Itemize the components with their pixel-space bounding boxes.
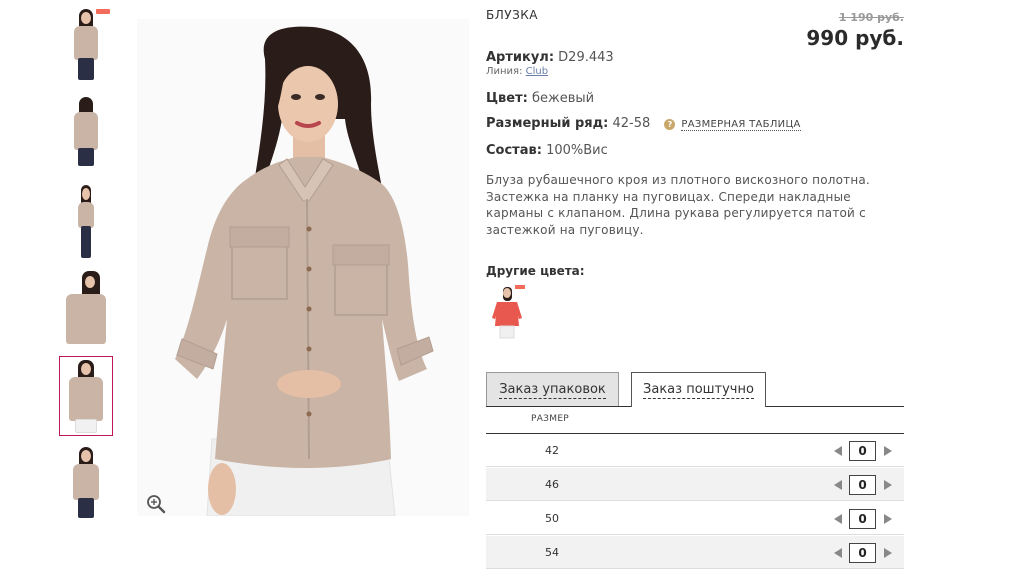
decrement-button[interactable]	[834, 446, 842, 456]
size-value: 50	[545, 512, 559, 525]
other-colors-title: Другие цвета:	[486, 264, 585, 278]
size-range-label: Размерный ряд:	[486, 116, 609, 131]
quantity-input[interactable]	[849, 475, 876, 495]
size-chart-link[interactable]: ? РАЗМЕРНАЯ ТАБЛИЦА	[664, 118, 801, 131]
question-icon: ?	[664, 119, 676, 130]
current-price: 990 руб.	[806, 26, 904, 50]
color-value: бежевый	[531, 91, 595, 106]
article-value: D29.443	[558, 50, 614, 65]
composition-value: 100%Вис	[546, 143, 608, 158]
color-label: Цвет:	[486, 91, 528, 106]
thumbnail-figure	[68, 444, 104, 524]
article-row: Артикул: D29.443	[486, 50, 614, 65]
tab-single-label: Заказ поштучно	[643, 382, 754, 399]
size-range-value: 42-58	[612, 116, 651, 131]
other-color-thumbnail[interactable]	[488, 284, 526, 340]
thumbnail-5[interactable]	[59, 356, 113, 436]
composition-label: Состав:	[486, 143, 542, 158]
tab-single-order[interactable]: Заказ поштучно	[631, 372, 766, 407]
color-row: Цвет: бежевый	[486, 91, 594, 106]
thumbnail-2[interactable]	[59, 94, 113, 174]
quantity-input[interactable]	[849, 509, 876, 529]
product-title: БЛУЗКА	[486, 8, 538, 22]
old-price: 1 190 руб.	[838, 11, 904, 24]
zoom-icon[interactable]	[145, 493, 167, 515]
main-product-image[interactable]	[137, 19, 469, 516]
thumbnail-3[interactable]	[59, 182, 113, 262]
size-column-header: РАЗМЕР	[531, 414, 570, 424]
size-value: 42	[545, 444, 559, 457]
increment-button[interactable]	[884, 514, 892, 524]
thumbnail-figure	[64, 268, 108, 348]
sale-badge	[515, 285, 525, 289]
thumbnail-6[interactable]	[59, 444, 113, 524]
model-illustration	[137, 19, 469, 516]
product-description: Блуза рубашечного кроя из плотного виско…	[486, 173, 870, 237]
line-row: Линия: Club	[486, 66, 548, 77]
increment-button[interactable]	[884, 446, 892, 456]
thumbnail-figure	[71, 182, 101, 262]
size-chart-label: РАЗМЕРНАЯ ТАБЛИЦА	[681, 118, 801, 131]
line-label: Линия:	[486, 66, 523, 77]
article-label: Артикул:	[486, 50, 555, 65]
composition-row: Состав: 100%Вис	[486, 143, 608, 158]
decrement-button[interactable]	[834, 514, 842, 524]
thumbnail-figure	[66, 357, 106, 435]
tab-pack-label: Заказ упаковок	[499, 382, 606, 399]
size-value: 54	[545, 546, 559, 559]
table-row: 42	[486, 434, 904, 467]
thumbnail-1[interactable]	[59, 6, 113, 86]
increment-button[interactable]	[884, 480, 892, 490]
thumbnail-4[interactable]	[59, 268, 113, 348]
table-row: 54	[486, 536, 904, 569]
thumbnail-figure	[71, 94, 101, 174]
size-value: 46	[545, 478, 559, 491]
decrement-button[interactable]	[834, 480, 842, 490]
coral-blouse-figure	[492, 287, 522, 339]
size-range-row: Размерный ряд: 42-58 ? РАЗМЕРНАЯ ТАБЛИЦА	[486, 116, 801, 131]
table-row: 50	[486, 502, 904, 535]
tab-pack-order[interactable]: Заказ упаковок	[486, 372, 619, 406]
quantity-input[interactable]	[849, 441, 876, 461]
table-row: 46	[486, 468, 904, 501]
decrement-button[interactable]	[834, 548, 842, 558]
thumbnail-figure	[71, 6, 101, 86]
line-link[interactable]: Club	[526, 66, 548, 77]
increment-button[interactable]	[884, 548, 892, 558]
quantity-input[interactable]	[849, 543, 876, 563]
